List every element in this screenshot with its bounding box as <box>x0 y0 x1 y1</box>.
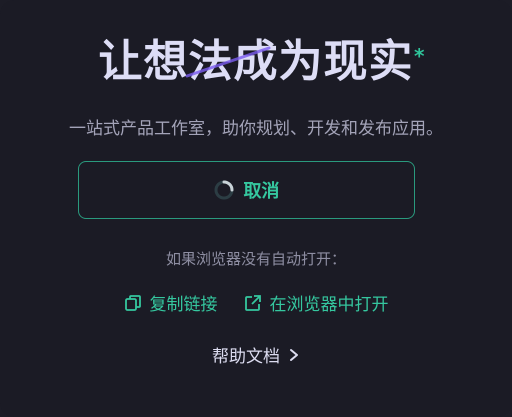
open-in-browser-label: 在浏览器中打开 <box>269 295 389 315</box>
chevron-right-icon <box>290 348 298 361</box>
title-area: 让想法成为现实 * <box>0 32 512 92</box>
link-row: 复制链接 在浏览器中打开 <box>0 290 512 315</box>
external-link-icon <box>244 294 261 311</box>
copy-link-button[interactable]: 复制链接 <box>124 290 218 315</box>
spinner-icon <box>214 180 233 200</box>
help-docs-link[interactable]: 帮助文档 <box>0 342 512 367</box>
asterisk-icon: * <box>414 44 426 68</box>
cancel-button[interactable]: 取消 <box>78 161 415 219</box>
browser-hint: 如果浏览器没有自动打开： <box>165 250 346 268</box>
page-title: 让想法成为现实 * <box>98 32 425 92</box>
help-docs-label: 帮助文档 <box>212 347 280 367</box>
open-in-browser-button[interactable]: 在浏览器中打开 <box>244 290 389 315</box>
copy-link-label: 复制链接 <box>149 295 218 315</box>
dialog-card: 让想法成为现实 * 一站式产品工作室，助你规划、开发和发布应用。 取消 如果浏览… <box>0 0 512 417</box>
title-text: 让想法成为现实 <box>98 36 414 87</box>
subtitle: 一站式产品工作室，助你规划、开发和发布应用。 <box>69 119 443 139</box>
cancel-button-label: 取消 <box>243 181 280 202</box>
copy-icon <box>124 294 141 311</box>
